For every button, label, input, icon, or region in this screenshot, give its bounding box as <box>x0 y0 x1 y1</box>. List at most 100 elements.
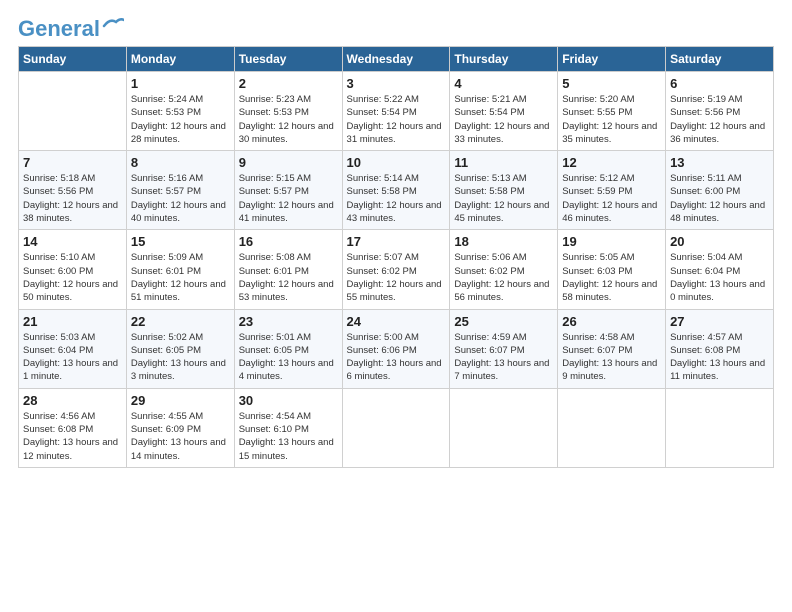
logo: General <box>18 18 124 36</box>
calendar-cell: 4 Sunrise: 5:21 AMSunset: 5:54 PMDaylight… <box>450 72 558 151</box>
day-number: 7 <box>23 155 122 170</box>
week-row-2: 14Sunrise: 5:10 AMSunset: 6:00 PMDayligh… <box>19 230 774 309</box>
calendar-cell: 12 Sunrise: 5:12 AMSunset: 5:59 PMDayligh… <box>558 151 666 230</box>
day-number: 1 <box>131 76 230 91</box>
page: General SundayMondayTuesdayWednesdayThur… <box>0 0 792 478</box>
day-number: 16 <box>239 234 338 249</box>
day-number: 6 <box>670 76 769 91</box>
day-number: 18 <box>454 234 553 249</box>
week-row-4: 28 Sunrise: 4:56 AMSunset: 6:08 PMDayligh… <box>19 388 774 467</box>
day-info: Sunrise: 5:22 AMSunset: 5:54 PMDaylight:… <box>347 93 446 146</box>
day-info: Sunrise: 5:15 AMSunset: 5:57 PMDaylight:… <box>239 172 338 225</box>
day-number: 21 <box>23 314 122 329</box>
day-number: 11 <box>454 155 553 170</box>
day-info: Sunrise: 5:03 AMSunset: 6:04 PMDaylight:… <box>23 331 122 384</box>
day-info: Sunrise: 5:16 AMSunset: 5:57 PMDaylight:… <box>131 172 230 225</box>
day-info: Sunrise: 4:59 AMSunset: 6:07 PMDaylight:… <box>454 331 553 384</box>
day-info: Sunrise: 5:20 AMSunset: 5:55 PMDaylight:… <box>562 93 661 146</box>
week-row-1: 7 Sunrise: 5:18 AMSunset: 5:56 PMDaylight… <box>19 151 774 230</box>
calendar-cell: 29Sunrise: 4:55 AMSunset: 6:09 PMDayligh… <box>126 388 234 467</box>
day-number: 2 <box>239 76 338 91</box>
day-info: Sunrise: 5:10 AMSunset: 6:00 PMDaylight:… <box>23 251 122 304</box>
day-number: 5 <box>562 76 661 91</box>
day-info: Sunrise: 4:57 AMSunset: 6:08 PMDaylight:… <box>670 331 769 384</box>
col-header-monday: Monday <box>126 47 234 72</box>
calendar-cell: 7 Sunrise: 5:18 AMSunset: 5:56 PMDaylight… <box>19 151 127 230</box>
calendar-cell: 19 Sunrise: 5:05 AMSunset: 6:03 PMDayligh… <box>558 230 666 309</box>
day-info: Sunrise: 5:14 AMSunset: 5:58 PMDaylight:… <box>347 172 446 225</box>
calendar-cell: 3 Sunrise: 5:22 AMSunset: 5:54 PMDaylight… <box>342 72 450 151</box>
calendar-cell: 20Sunrise: 5:04 AMSunset: 6:04 PMDayligh… <box>666 230 774 309</box>
calendar-cell: 10 Sunrise: 5:14 AMSunset: 5:58 PMDayligh… <box>342 151 450 230</box>
calendar-cell: 13 Sunrise: 5:11 AMSunset: 6:00 PMDayligh… <box>666 151 774 230</box>
day-info: Sunrise: 4:54 AMSunset: 6:10 PMDaylight:… <box>239 410 338 463</box>
day-number: 12 <box>562 155 661 170</box>
header: General <box>18 18 774 36</box>
day-info: Sunrise: 5:13 AMSunset: 5:58 PMDaylight:… <box>454 172 553 225</box>
calendar-cell: 27 Sunrise: 4:57 AMSunset: 6:08 PMDayligh… <box>666 309 774 388</box>
day-number: 24 <box>347 314 446 329</box>
day-number: 20 <box>670 234 769 249</box>
day-number: 3 <box>347 76 446 91</box>
day-info: Sunrise: 5:18 AMSunset: 5:56 PMDaylight:… <box>23 172 122 225</box>
day-info: Sunrise: 4:56 AMSunset: 6:08 PMDaylight:… <box>23 410 122 463</box>
day-number: 19 <box>562 234 661 249</box>
calendar-cell: 15Sunrise: 5:09 AMSunset: 6:01 PMDayligh… <box>126 230 234 309</box>
day-number: 22 <box>131 314 230 329</box>
calendar-cell: 30 Sunrise: 4:54 AMSunset: 6:10 PMDayligh… <box>234 388 342 467</box>
day-number: 4 <box>454 76 553 91</box>
calendar-cell: 25 Sunrise: 4:59 AMSunset: 6:07 PMDayligh… <box>450 309 558 388</box>
day-number: 23 <box>239 314 338 329</box>
calendar-cell: 26Sunrise: 4:58 AMSunset: 6:07 PMDayligh… <box>558 309 666 388</box>
day-info: Sunrise: 5:00 AMSunset: 6:06 PMDaylight:… <box>347 331 446 384</box>
logo-text: General <box>18 18 100 40</box>
calendar-cell <box>666 388 774 467</box>
day-number: 27 <box>670 314 769 329</box>
col-header-friday: Friday <box>558 47 666 72</box>
day-info: Sunrise: 5:19 AMSunset: 5:56 PMDaylight:… <box>670 93 769 146</box>
day-info: Sunrise: 5:07 AMSunset: 6:02 PMDaylight:… <box>347 251 446 304</box>
calendar-cell <box>450 388 558 467</box>
calendar-cell: 8 Sunrise: 5:16 AMSunset: 5:57 PMDaylight… <box>126 151 234 230</box>
day-info: Sunrise: 5:12 AMSunset: 5:59 PMDaylight:… <box>562 172 661 225</box>
day-info: Sunrise: 5:11 AMSunset: 6:00 PMDaylight:… <box>670 172 769 225</box>
day-info: Sunrise: 5:06 AMSunset: 6:02 PMDaylight:… <box>454 251 553 304</box>
day-info: Sunrise: 5:01 AMSunset: 6:05 PMDaylight:… <box>239 331 338 384</box>
day-number: 8 <box>131 155 230 170</box>
calendar-cell: 5 Sunrise: 5:20 AMSunset: 5:55 PMDaylight… <box>558 72 666 151</box>
logo-bird-icon <box>102 16 124 34</box>
col-header-saturday: Saturday <box>666 47 774 72</box>
calendar-cell: 23 Sunrise: 5:01 AMSunset: 6:05 PMDayligh… <box>234 309 342 388</box>
calendar-cell: 18 Sunrise: 5:06 AMSunset: 6:02 PMDayligh… <box>450 230 558 309</box>
calendar-cell: 2 Sunrise: 5:23 AMSunset: 5:53 PMDaylight… <box>234 72 342 151</box>
week-row-0: 1 Sunrise: 5:24 AMSunset: 5:53 PMDaylight… <box>19 72 774 151</box>
calendar-cell: 24 Sunrise: 5:00 AMSunset: 6:06 PMDayligh… <box>342 309 450 388</box>
day-info: Sunrise: 5:23 AMSunset: 5:53 PMDaylight:… <box>239 93 338 146</box>
day-number: 17 <box>347 234 446 249</box>
header-row: SundayMondayTuesdayWednesdayThursdayFrid… <box>19 47 774 72</box>
day-info: Sunrise: 5:24 AMSunset: 5:53 PMDaylight:… <box>131 93 230 146</box>
week-row-3: 21 Sunrise: 5:03 AMSunset: 6:04 PMDayligh… <box>19 309 774 388</box>
day-number: 28 <box>23 393 122 408</box>
day-number: 30 <box>239 393 338 408</box>
day-number: 9 <box>239 155 338 170</box>
calendar-cell: 1 Sunrise: 5:24 AMSunset: 5:53 PMDaylight… <box>126 72 234 151</box>
day-number: 15 <box>131 234 230 249</box>
calendar-cell: 22Sunrise: 5:02 AMSunset: 6:05 PMDayligh… <box>126 309 234 388</box>
day-number: 25 <box>454 314 553 329</box>
calendar-cell: 11 Sunrise: 5:13 AMSunset: 5:58 PMDayligh… <box>450 151 558 230</box>
day-number: 26 <box>562 314 661 329</box>
day-number: 10 <box>347 155 446 170</box>
calendar-cell: 21 Sunrise: 5:03 AMSunset: 6:04 PMDayligh… <box>19 309 127 388</box>
day-number: 13 <box>670 155 769 170</box>
col-header-sunday: Sunday <box>19 47 127 72</box>
col-header-thursday: Thursday <box>450 47 558 72</box>
calendar-cell: 14Sunrise: 5:10 AMSunset: 6:00 PMDayligh… <box>19 230 127 309</box>
calendar-cell: 6 Sunrise: 5:19 AMSunset: 5:56 PMDaylight… <box>666 72 774 151</box>
day-info: Sunrise: 4:55 AMSunset: 6:09 PMDaylight:… <box>131 410 230 463</box>
col-header-wednesday: Wednesday <box>342 47 450 72</box>
calendar-cell: 28 Sunrise: 4:56 AMSunset: 6:08 PMDayligh… <box>19 388 127 467</box>
day-info: Sunrise: 5:05 AMSunset: 6:03 PMDaylight:… <box>562 251 661 304</box>
calendar-cell <box>19 72 127 151</box>
day-info: Sunrise: 5:21 AMSunset: 5:54 PMDaylight:… <box>454 93 553 146</box>
